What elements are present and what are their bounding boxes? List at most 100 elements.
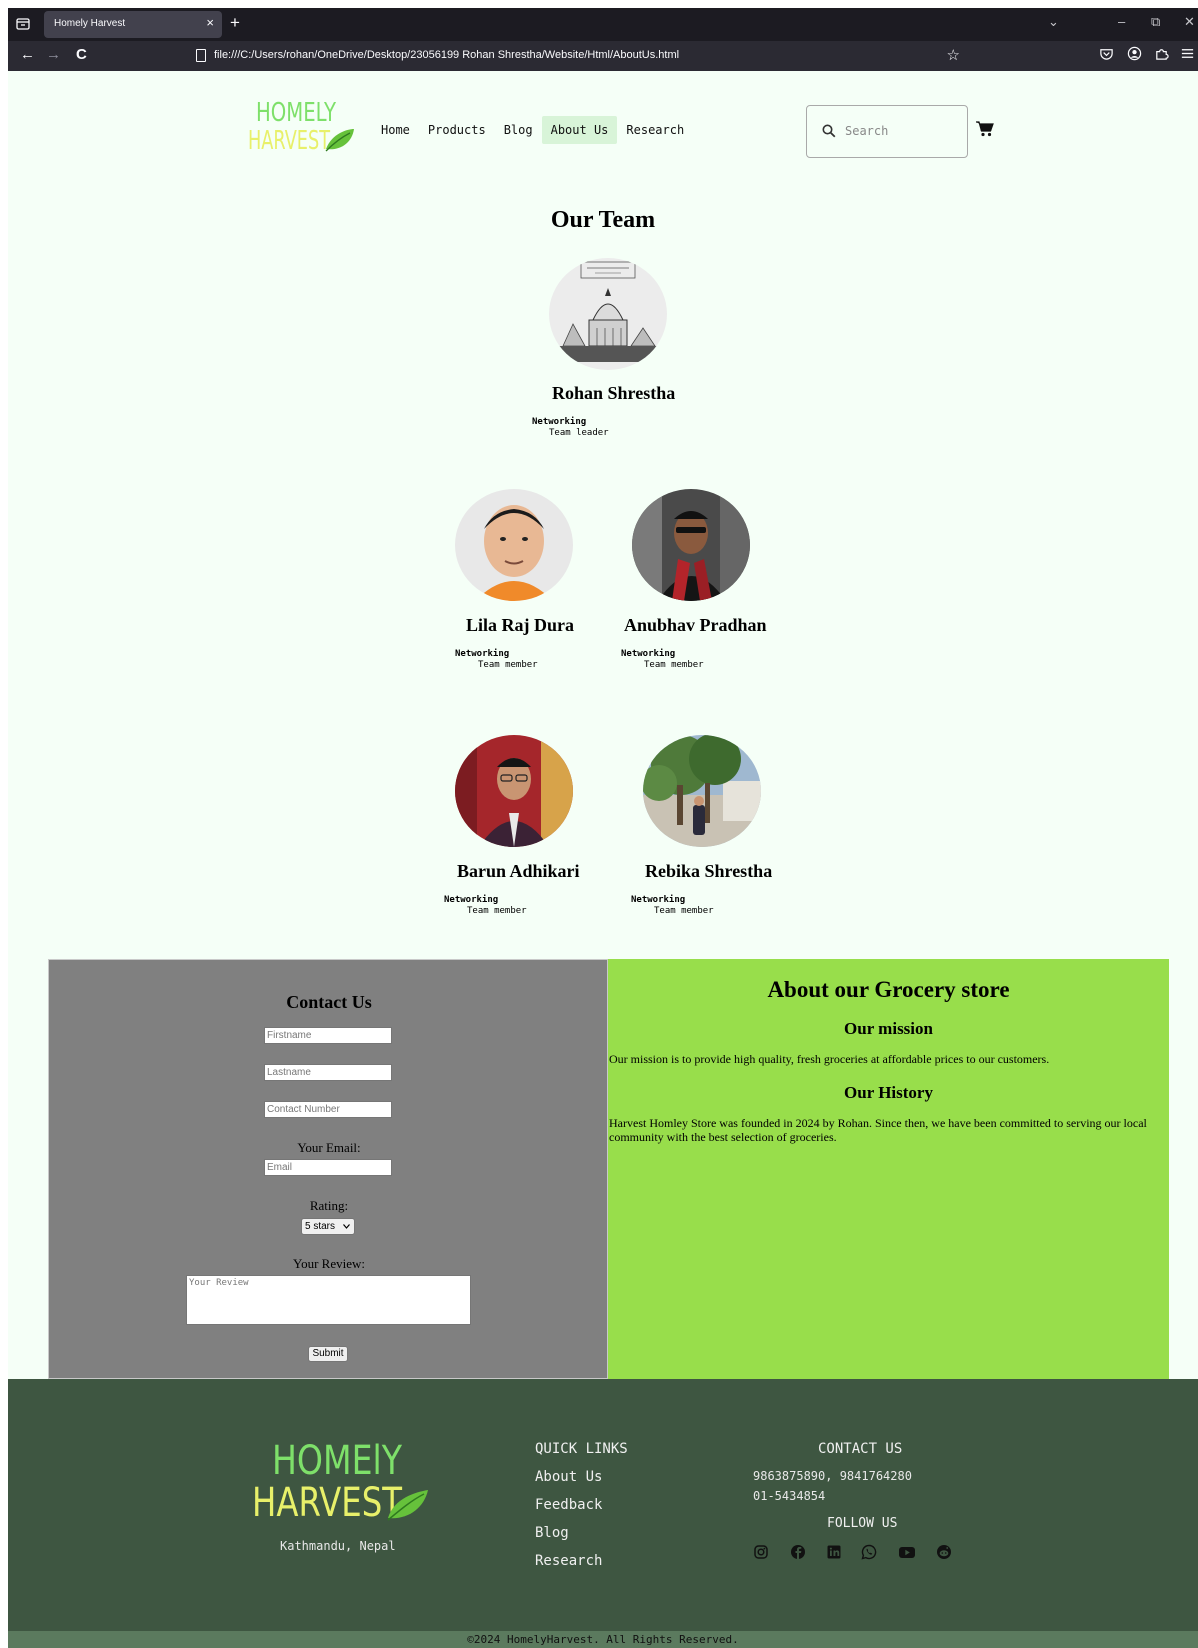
extensions-icon[interactable] (1154, 46, 1169, 61)
nav-products[interactable]: Products (419, 116, 495, 144)
member-name: Anubhav Pradhan (624, 615, 767, 635)
contact-number-field[interactable] (264, 1101, 392, 1118)
forward-icon[interactable]: → (46, 46, 61, 63)
new-tab-button[interactable]: + (230, 13, 240, 33)
footer-logo: HOMElY HARVEST (252, 1438, 428, 1521)
member-role: Team member (644, 660, 704, 670)
site-logo[interactable]: HOMELY HARVEST (248, 93, 356, 153)
member-role: Team member (467, 906, 527, 916)
menu-icon[interactable] (1180, 46, 1195, 61)
lastname-field[interactable] (264, 1064, 392, 1081)
rating-label: Rating: (309, 1198, 349, 1213)
member-name: Rohan Shrestha (552, 383, 676, 403)
member-name: Lila Raj Dura (466, 615, 574, 635)
page-icon (196, 49, 206, 62)
email-label: Your Email: (297, 1140, 361, 1155)
browser-tab[interactable]: Homely Harvest × (44, 11, 222, 38)
footer-link-research[interactable]: Research (535, 1553, 602, 1569)
minimize-icon[interactable]: – (1118, 14, 1125, 29)
facebook-icon[interactable] (790, 1544, 806, 1560)
footer-link-blog[interactable]: Blog (535, 1525, 569, 1541)
member-photo (549, 258, 667, 370)
close-window-icon[interactable]: ✕ (1184, 14, 1195, 30)
svg-text:HARVEST: HARVEST (248, 126, 330, 153)
team-title: Our Team (550, 207, 656, 233)
member-photo (455, 735, 573, 847)
back-icon[interactable]: ← (20, 46, 35, 63)
member-photo (455, 489, 573, 601)
member-department: Networking (532, 417, 587, 427)
contact-title: Contact Us (286, 992, 372, 1012)
follow-heading: FOLLOW US (827, 1516, 898, 1531)
pocket-icon[interactable] (1099, 46, 1114, 61)
footer-phones: 9863875890, 9841764280 (753, 1469, 912, 1483)
member-name: Barun Adhikari (457, 861, 580, 881)
nav-bar: ← → C file:///C:/Users/rohan/OneDrive/De… (8, 41, 1198, 71)
cart-icon[interactable] (976, 121, 994, 137)
site-header: HOMELY HARVEST Home Products Blog About … (8, 71, 1198, 191)
member-department: Networking (455, 649, 510, 659)
nav-about-us[interactable]: About Us (541, 116, 618, 144)
footer-link-about-us[interactable]: About Us (535, 1469, 602, 1485)
reddit-icon[interactable] (936, 1544, 952, 1560)
contact-form: Contact Us Your Email: Rating: 5 stars Y… (48, 959, 608, 1379)
tab-title: Homely Harvest (54, 18, 126, 29)
copyright-text: ©2024 HomelyHarvest. All Rights Reserved… (467, 1633, 739, 1646)
chevron-down-icon (343, 1224, 350, 1229)
instagram-icon[interactable] (753, 1544, 769, 1560)
nav-blog[interactable]: Blog (495, 116, 542, 144)
reload-icon[interactable]: C (76, 46, 87, 63)
history-heading: Our History (844, 1083, 933, 1102)
whatsapp-icon[interactable] (861, 1544, 877, 1560)
browser-chrome: Homely Harvest × + ⌄ – ⧉ ✕ ← → C file://… (8, 8, 1198, 71)
quick-links-heading: QUICK LINKS (535, 1441, 628, 1457)
firstname-field[interactable] (264, 1027, 392, 1044)
member-name: Rebika Shrestha (645, 861, 773, 881)
nav-research[interactable]: Research (617, 116, 693, 144)
url-text[interactable]: file:///C:/Users/rohan/OneDrive/Desktop/… (214, 49, 679, 61)
youtube-icon[interactable] (898, 1544, 916, 1560)
member-photo (643, 735, 761, 847)
linkedin-icon[interactable] (826, 1544, 842, 1560)
footer-link-feedback[interactable]: Feedback (535, 1497, 602, 1513)
rating-select[interactable]: 5 stars (301, 1218, 355, 1235)
mission-text: Our mission is to provide high quality, … (609, 1052, 1050, 1066)
svg-text:HARVEST: HARVEST (252, 1480, 402, 1521)
review-textarea[interactable] (186, 1275, 471, 1325)
member-department: Networking (444, 895, 499, 905)
bookmark-star-icon[interactable]: ☆ (947, 46, 960, 64)
search-input[interactable] (845, 120, 955, 142)
member-role: Team leader (549, 428, 609, 438)
rating-value: 5 stars (305, 1221, 336, 1232)
search-icon[interactable] (822, 124, 836, 138)
svg-text:HOMELY: HOMELY (256, 98, 336, 128)
submit-button[interactable]: Submit (308, 1346, 348, 1362)
url-bar[interactable]: file:///C:/Users/rohan/OneDrive/Desktop/… (190, 44, 1010, 68)
member-department: Networking (621, 649, 676, 659)
member-role: Team member (654, 906, 714, 916)
footer-city: Kathmandu, Nepal (280, 1539, 396, 1553)
svg-text:HOMElY: HOMElY (272, 1438, 402, 1484)
about-section: About our Grocery store Our mission Our … (608, 959, 1169, 1379)
page: HOMELY HARVEST Home Products Blog About … (8, 71, 1198, 1648)
member-department: Networking (631, 895, 686, 905)
search-box[interactable] (806, 105, 968, 158)
contact-heading: CONTACT US (818, 1441, 903, 1457)
main-nav: Home Products Blog About Us Research (372, 116, 693, 144)
nav-home[interactable]: Home (372, 116, 419, 144)
tab-close-icon[interactable]: × (206, 15, 214, 30)
site-footer: HOMElY HARVEST Kathmandu, Nepal QUICK LI… (8, 1379, 1198, 1631)
member-photo (632, 489, 750, 601)
about-title: About our Grocery store (767, 977, 1010, 1002)
footer-landline: 01-5434854 (753, 1489, 826, 1503)
review-label: Your Review: (293, 1256, 365, 1271)
email-field[interactable] (264, 1159, 392, 1176)
copyright-bar: ©2024 HomelyHarvest. All Rights Reserved… (8, 1631, 1198, 1648)
tab-bar: Homely Harvest × + ⌄ – ⧉ ✕ (8, 8, 1198, 41)
tab-overview-icon[interactable] (15, 16, 31, 32)
mission-heading: Our mission (844, 1019, 933, 1038)
restore-icon[interactable]: ⧉ (1151, 14, 1160, 30)
tab-list-icon[interactable]: ⌄ (1048, 14, 1059, 30)
history-text: Harvest Homley Store was founded in 2024… (609, 1116, 1147, 1144)
account-icon[interactable] (1127, 46, 1142, 61)
